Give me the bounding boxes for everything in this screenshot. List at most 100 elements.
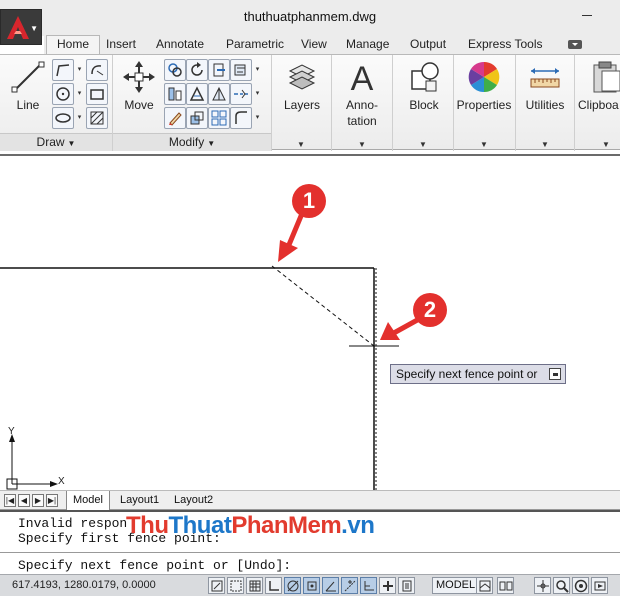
chamfer-icon	[234, 89, 248, 99]
hatch-button[interactable]	[86, 107, 108, 129]
trim-dropdown[interactable]: ▾	[253, 59, 262, 81]
circle-button[interactable]	[52, 83, 74, 105]
showmotion-button[interactable]	[591, 577, 608, 594]
infer-icon	[211, 580, 223, 592]
3d-object-snap-toggle[interactable]	[322, 577, 339, 594]
utilities-button[interactable]: Utilities	[519, 59, 571, 113]
offset-button[interactable]	[230, 107, 252, 129]
block-button[interactable]: Block	[398, 59, 450, 113]
command-input[interactable]: Specify next fence point or [Undo]:	[18, 558, 291, 573]
tab-insert[interactable]: Insert	[106, 36, 136, 54]
minimize-button[interactable]	[580, 6, 594, 20]
tab-layout1[interactable]: Layout1	[114, 491, 165, 510]
line-icon	[11, 61, 45, 93]
polyline-button[interactable]	[52, 59, 74, 81]
lineweight-toggle[interactable]	[398, 577, 415, 594]
dynamic-ucs-toggle[interactable]	[360, 577, 377, 594]
panel-divider	[453, 55, 454, 151]
rotate-button[interactable]	[186, 59, 208, 81]
rotate-icon	[191, 62, 203, 76]
clipboard-button[interactable]: Clipboa	[578, 59, 620, 113]
layers-dropdown[interactable]: ▼	[297, 140, 305, 149]
fillet-dropdown[interactable]: ▾	[253, 83, 262, 105]
previous-tab-button[interactable]: ◀	[18, 494, 30, 507]
block-dropdown[interactable]: ▼	[419, 140, 427, 149]
tab-parametric[interactable]: Parametric	[226, 36, 284, 54]
tab-model[interactable]: Model	[66, 491, 110, 510]
tab-home[interactable]: Home	[46, 35, 101, 55]
rectangle-button[interactable]	[86, 83, 108, 105]
last-tab-button[interactable]: ▶|	[46, 494, 58, 507]
copy-button[interactable]	[164, 59, 186, 81]
ortho-toggle[interactable]	[265, 577, 282, 594]
tab-manage[interactable]: Manage	[346, 36, 389, 54]
next-tab-button[interactable]: ▶	[32, 494, 44, 507]
application-menu-button[interactable]: ▼	[0, 9, 42, 45]
utilities-dropdown[interactable]: ▼	[541, 140, 549, 149]
ellipse-dropdown[interactable]: ▾	[75, 107, 84, 129]
clipboard-dropdown[interactable]: ▼	[602, 140, 610, 149]
model-space-button[interactable]: MODEL	[432, 577, 480, 594]
tab-layout2[interactable]: Layout2	[168, 491, 219, 510]
move-button[interactable]: Move	[116, 59, 162, 113]
annotation-dropdown[interactable]: ▼	[358, 140, 366, 149]
fillet-button[interactable]	[208, 83, 230, 105]
dynamic-input-toggle[interactable]	[379, 577, 396, 594]
mirror-icon	[168, 87, 182, 101]
extend-button[interactable]	[230, 59, 252, 81]
autocad-logo-icon	[7, 16, 29, 39]
object-snap-toggle[interactable]	[303, 577, 320, 594]
properties-dropdown[interactable]: ▼	[480, 140, 488, 149]
steeringwheel-button[interactable]	[572, 577, 589, 594]
options-icon[interactable]	[549, 368, 561, 380]
quick-view-layouts-button[interactable]	[476, 577, 493, 594]
circle-dropdown[interactable]: ▾	[75, 83, 84, 105]
arc-button[interactable]	[86, 59, 108, 81]
erase-button[interactable]	[164, 107, 186, 129]
object-snap-tracking-toggle[interactable]	[341, 577, 358, 594]
status-bar: 617.4193, 1280.0179, 0.0000 MODEL	[0, 574, 620, 596]
tab-express-tools[interactable]: Express Tools	[468, 36, 542, 54]
copy-icon	[168, 63, 182, 77]
tab-view[interactable]: View	[301, 36, 327, 54]
plus-icon	[383, 581, 393, 591]
title-bar: thuthuatphanmem.dwg	[0, 0, 620, 36]
arc-icon	[91, 65, 104, 76]
clipboard-label: Clipboa	[578, 98, 619, 112]
polar-tracking-toggle[interactable]	[284, 577, 301, 594]
stretch-button[interactable]	[186, 83, 208, 105]
drawing-canvas[interactable]: 1 2 Specify next fence point or Y X	[0, 154, 620, 492]
command-history-line-1: Invalid respon	[18, 516, 128, 531]
properties-button[interactable]: Properties	[455, 59, 513, 113]
quick-view-drawings-button[interactable]	[497, 577, 514, 594]
draw-panel-title[interactable]: Draw ▼	[0, 133, 112, 151]
pan-button[interactable]	[534, 577, 551, 594]
ortho-icon	[269, 581, 279, 591]
array-dropdown[interactable]: ▾	[253, 107, 262, 129]
ribbon-minimize-toggle[interactable]	[568, 40, 582, 49]
modify-panel-title[interactable]: Modify ▼	[113, 133, 271, 151]
layers-button[interactable]: Layers	[276, 59, 328, 149]
zoom-button[interactable]	[553, 577, 570, 594]
infer-constraints-toggle[interactable]	[208, 577, 225, 594]
snap-mode-toggle[interactable]	[227, 577, 244, 594]
trim-button[interactable]	[208, 59, 230, 81]
scale-button[interactable]	[186, 107, 208, 129]
ellipse-button[interactable]	[52, 107, 74, 129]
first-tab-button[interactable]: |◀	[4, 494, 16, 507]
grid-toggle[interactable]	[246, 577, 263, 594]
fillet-icon	[212, 86, 226, 101]
tab-annotate[interactable]: Annotate	[156, 36, 204, 54]
move-icon	[123, 61, 155, 93]
block-label: Block	[409, 98, 439, 112]
move-label: Move	[124, 98, 154, 112]
chamfer-button[interactable]	[230, 83, 252, 105]
annotation-button[interactable]: A Anno- tation	[336, 59, 388, 129]
panel-divider	[515, 55, 516, 151]
line-button[interactable]: Line	[6, 59, 50, 113]
tab-output[interactable]: Output	[410, 36, 446, 54]
mirror-button[interactable]	[164, 83, 186, 105]
polyline-icon	[56, 64, 70, 77]
array-button[interactable]	[208, 107, 230, 129]
polyline-dropdown[interactable]: ▾	[75, 59, 84, 81]
